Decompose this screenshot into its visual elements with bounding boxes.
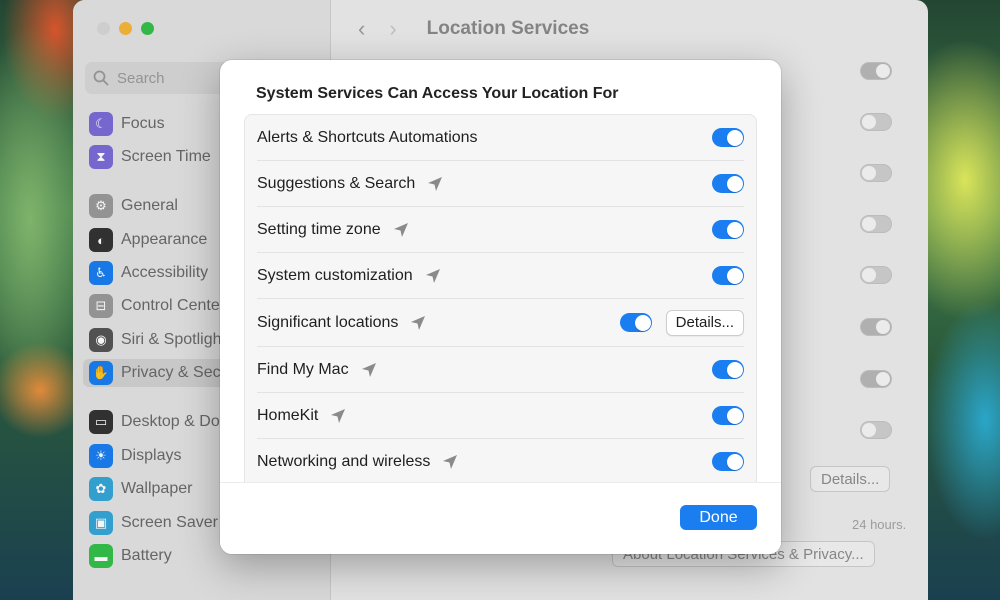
homekit-toggle[interactable] (712, 406, 744, 425)
sheet-title: System Services Can Access Your Location… (256, 85, 619, 102)
location-arrow-icon (361, 362, 376, 377)
row-label: Significant locations (257, 313, 399, 331)
networking-wireless-toggle[interactable] (712, 452, 744, 471)
list-item: Networking and wireless (257, 439, 744, 485)
row-label: Suggestions & Search (257, 174, 416, 192)
location-arrow-icon (428, 176, 443, 191)
list-item: Setting time zone (257, 207, 744, 253)
list-item: Find My Mac (257, 347, 744, 393)
location-arrow-icon (425, 268, 440, 283)
list-item: Alerts & Shortcuts Automations (257, 115, 744, 161)
list-item: Suggestions & Search (257, 161, 744, 207)
location-arrow-icon (393, 222, 408, 237)
row-label: Setting time zone (257, 220, 381, 238)
sheet-footer: Done (220, 482, 781, 554)
list-item: Significant locations Details... (257, 299, 744, 347)
system-customization-toggle[interactable] (712, 266, 744, 285)
row-label: Find My Mac (257, 360, 349, 378)
time-zone-toggle[interactable] (712, 220, 744, 239)
row-label: Networking and wireless (257, 452, 431, 470)
suggestions-search-toggle[interactable] (712, 174, 744, 193)
find-my-mac-toggle[interactable] (712, 360, 744, 379)
location-arrow-icon (411, 315, 426, 330)
row-label: Alerts & Shortcuts Automations (257, 128, 478, 146)
significant-locations-toggle[interactable] (620, 313, 652, 332)
location-arrow-icon (331, 408, 346, 423)
list-item: HomeKit (257, 393, 744, 439)
location-arrow-icon (443, 454, 458, 469)
alerts-shortcuts-toggle[interactable] (712, 128, 744, 147)
row-label: HomeKit (257, 406, 319, 424)
significant-locations-details-button[interactable]: Details... (665, 309, 744, 336)
row-label: System customization (257, 266, 413, 284)
location-services-sheet: System Services Can Access Your Location… (220, 60, 781, 554)
list-item: System customization (257, 253, 744, 299)
done-button[interactable]: Done (680, 505, 757, 530)
system-services-list: Alerts & Shortcuts Automations Suggestio… (244, 114, 757, 536)
